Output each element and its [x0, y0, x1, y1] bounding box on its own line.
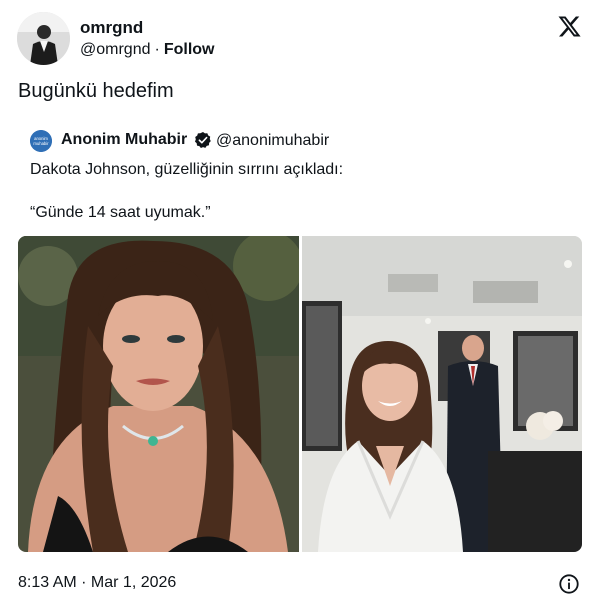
photo-right[interactable] [302, 236, 582, 552]
author-handle[interactable]: @omrgnd [80, 41, 151, 58]
tweet-timestamp[interactable]: 8:13 AM · Mar 1, 2026 [18, 574, 176, 592]
tweet-text: Bugünkü hedefim [18, 80, 174, 102]
author-avatar-image [17, 12, 70, 65]
separator-dot: · [154, 41, 160, 58]
verified-badge-icon [194, 131, 211, 149]
quote-media[interactable] [18, 236, 582, 552]
tweet-card: omrgnd @omrgnd · Follow Bugünkü hedefim an… [0, 0, 600, 614]
author-avatar[interactable] [17, 12, 70, 65]
info-icon[interactable] [558, 573, 580, 595]
quote-avatar-image: anonim muhabir [30, 130, 52, 152]
x-logo-icon[interactable] [557, 15, 581, 39]
svg-text:muhabir: muhabir [33, 141, 49, 146]
media-grid [18, 236, 582, 552]
author-handle-row: @omrgnd · Follow [80, 41, 214, 59]
author-name[interactable]: omrgnd [80, 18, 143, 38]
quote-author-handle[interactable]: @anonimuhabir [216, 132, 329, 150]
photo-left[interactable] [18, 236, 303, 552]
quote-author-name[interactable]: Anonim Muhabir [61, 131, 187, 149]
quote-text-line: Dakota Johnson, güzelliğinin sırrını açı… [30, 161, 344, 178]
media-divider [299, 236, 302, 552]
quote-author-avatar[interactable]: anonim muhabir [30, 130, 52, 152]
quote-text-quote: “Günde 14 saat uyumak.” [30, 204, 211, 221]
follow-button[interactable]: Follow [164, 41, 215, 58]
